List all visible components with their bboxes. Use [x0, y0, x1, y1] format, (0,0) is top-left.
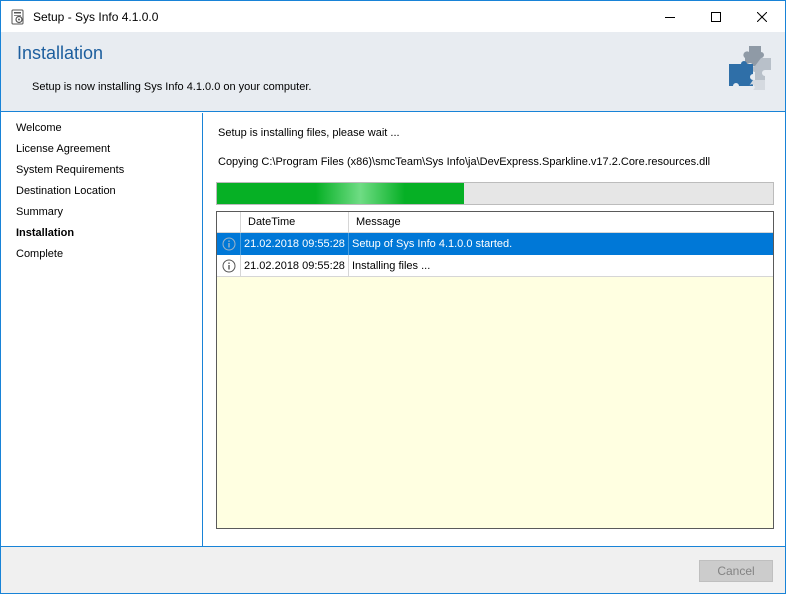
- column-header-datetime[interactable]: DateTime: [241, 212, 349, 233]
- installation-panel: Setup is installing files, please wait .…: [204, 113, 785, 546]
- log-row-message: Installing files ...: [352, 260, 431, 272]
- log-row-message: Setup of Sys Info 4.1.0.0 started.: [352, 238, 513, 250]
- column-header-message[interactable]: Message: [349, 212, 773, 233]
- setup-window: Setup - Sys Info 4.1.0.0 Installation Se…: [0, 0, 786, 594]
- title-bar[interactable]: Setup - Sys Info 4.1.0.0: [1, 1, 785, 32]
- current-file-text: Copying C:\Program Files (x86)\smcTeam\S…: [218, 156, 711, 168]
- setup-app-icon: [11, 9, 24, 25]
- minimize-icon: [665, 16, 675, 18]
- install-log-list[interactable]: DateTime Message 21.02.2018 09:55:28 Set…: [216, 211, 774, 529]
- wizard-header: Installation Setup is now installing Sys…: [1, 32, 785, 112]
- step-welcome: Welcome: [16, 122, 62, 134]
- log-header: DateTime Message: [217, 212, 773, 233]
- log-row[interactable]: 21.02.2018 09:55:28 Setup of Sys Info 4.…: [217, 233, 773, 255]
- install-progress-bar: [216, 182, 774, 205]
- log-row-datetime: 21.02.2018 09:55:28: [241, 233, 349, 255]
- progress-fill: [217, 183, 465, 204]
- puzzle-icon: [729, 46, 771, 90]
- page-title: Installation: [17, 43, 104, 63]
- log-row-datetime: 21.02.2018 09:55:28: [241, 255, 349, 277]
- page-subtitle: Setup is now installing Sys Info 4.1.0.0…: [32, 81, 312, 93]
- close-button[interactable]: [739, 1, 785, 32]
- log-row-icon-cell: [217, 233, 241, 255]
- window-title: Setup - Sys Info 4.1.0.0: [33, 10, 159, 24]
- step-complete: Complete: [16, 248, 64, 260]
- step-system-requirements: System Requirements: [16, 164, 125, 176]
- step-license-agreement: License Agreement: [16, 143, 111, 155]
- log-row[interactable]: 21.02.2018 09:55:28 Installing files ...: [217, 255, 773, 277]
- maximize-button[interactable]: [693, 1, 739, 32]
- cancel-button[interactable]: Cancel: [699, 560, 773, 582]
- log-row-icon-cell: [217, 255, 241, 277]
- wizard-steps-sidebar: Welcome License Agreement System Require…: [1, 113, 203, 546]
- info-icon: [222, 237, 235, 251]
- minimize-button[interactable]: [647, 1, 693, 32]
- column-header-icon[interactable]: [217, 212, 241, 233]
- step-summary: Summary: [16, 206, 64, 218]
- step-destination-location: Destination Location: [16, 185, 116, 197]
- info-icon: [222, 259, 235, 273]
- step-installation-current: Installation: [16, 227, 75, 239]
- close-icon: [757, 11, 767, 22]
- maximize-icon: [711, 11, 721, 22]
- wizard-footer: Cancel: [1, 546, 785, 593]
- install-status-text: Setup is installing files, please wait .…: [218, 127, 400, 139]
